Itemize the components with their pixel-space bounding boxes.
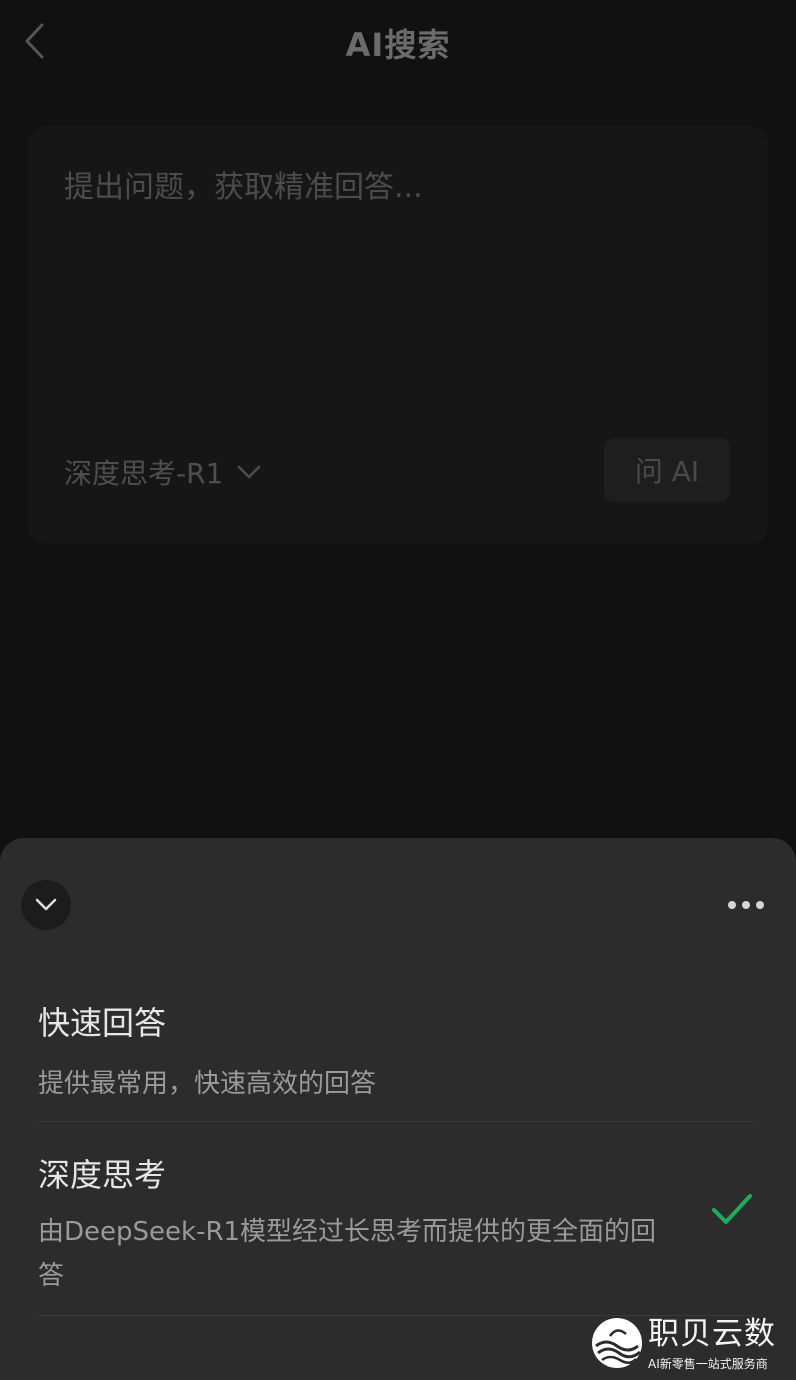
page-title: AI搜索 — [345, 26, 451, 64]
watermark-text: 职贝云数 AI新零售一站式服务商 — [648, 1316, 776, 1372]
option-deep-thinking[interactable]: 深度思考 由DeepSeek-R1模型经过长思考而提供的更全面的回答 — [38, 1150, 754, 1316]
chevron-down-icon — [238, 465, 261, 479]
query-input[interactable]: 提出问题，获取精准回答... — [64, 162, 423, 206]
option-fast-answer[interactable]: 快速回答 提供最常用，快速高效的回答 — [38, 998, 754, 1122]
option-description: 提供最常用，快速高效的回答 — [38, 1069, 377, 1099]
model-selector-label: 深度思考-R1 — [64, 457, 224, 490]
screen: AI搜索 提出问题，获取精准回答... 深度思考-R1 问 AI 快速回答 提供… — [0, 0, 796, 1380]
collapse-sheet-button[interactable] — [21, 880, 71, 930]
more-horizontal-icon — [728, 901, 736, 909]
option-title: 快速回答 — [38, 1004, 167, 1042]
checkmark-icon — [712, 1194, 752, 1224]
brand-logo-icon — [592, 1318, 642, 1368]
nav-bar: AI搜索 — [0, 0, 796, 84]
more-horizontal-icon — [756, 901, 764, 909]
chevron-down-icon — [35, 898, 57, 911]
model-selector[interactable]: 深度思考-R1 — [64, 452, 261, 492]
ask-ai-button[interactable]: 问 AI — [604, 438, 730, 502]
option-title: 深度思考 — [38, 1156, 167, 1194]
watermark-tagline: AI新零售一站式服务商 — [648, 1357, 768, 1371]
query-card: 提出问题，获取精准回答... 深度思考-R1 问 AI — [28, 126, 768, 544]
more-options-button[interactable] — [722, 890, 770, 920]
watermark-brand: 职贝云数 — [648, 1316, 776, 1352]
option-description: 由DeepSeek-R1模型经过长思考而提供的更全面的回答 — [38, 1217, 657, 1291]
model-picker-sheet: 快速回答 提供最常用，快速高效的回答 深度思考 由DeepSeek-R1模型经过… — [0, 838, 796, 1380]
watermark: 职贝云数 AI新零售一站式服务商 — [590, 1316, 796, 1380]
more-horizontal-icon — [742, 901, 750, 909]
